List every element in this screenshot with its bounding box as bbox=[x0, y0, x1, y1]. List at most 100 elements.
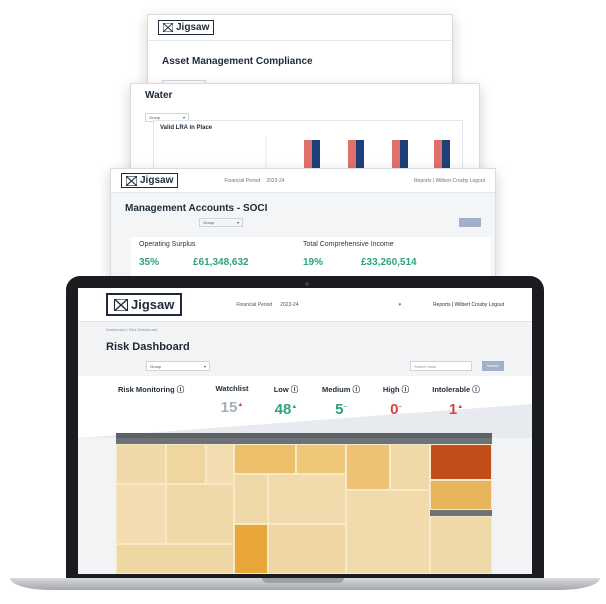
up-arrow-icon: ▲ bbox=[291, 404, 298, 410]
jigsaw-mark-icon bbox=[114, 298, 128, 311]
treemap-cell[interactable] bbox=[234, 524, 268, 574]
financial-period-value[interactable]: 2023-24 bbox=[280, 302, 298, 308]
kpi-percent-total-income: 19% bbox=[303, 257, 324, 268]
group-select[interactable]: Group ▾ bbox=[199, 218, 243, 227]
treemap-cell[interactable] bbox=[268, 524, 346, 574]
bar-group-2 bbox=[348, 140, 364, 170]
brand-name: Jigsaw bbox=[176, 22, 210, 33]
kpi-value: 0 bbox=[390, 401, 399, 418]
treemap-cell[interactable] bbox=[116, 444, 166, 484]
jigsaw-logo[interactable]: Jigsaw bbox=[158, 20, 215, 35]
bar-group-4 bbox=[434, 140, 450, 170]
kpi-value: 15 bbox=[220, 399, 238, 416]
treemap-cell[interactable] bbox=[430, 516, 492, 574]
treemap-cell[interactable] bbox=[116, 544, 234, 574]
kpi-value: 48 bbox=[274, 401, 292, 418]
laptop-notch bbox=[262, 578, 344, 583]
sheet-header: Jigsaw Financial Period 2023-24 Reports … bbox=[111, 169, 495, 193]
dash-icon: – bbox=[398, 404, 402, 410]
group-select-value: Group bbox=[150, 363, 162, 369]
kpi-value: 5 bbox=[335, 401, 344, 418]
bar-red bbox=[304, 140, 312, 170]
bar-blue bbox=[312, 140, 320, 170]
brand-name: Jigsaw bbox=[140, 175, 174, 186]
chart-card: Valid LRA in Place bbox=[153, 120, 463, 174]
treemap-cell[interactable] bbox=[166, 484, 234, 544]
kpi-label: Risk Monitoring ⓘ bbox=[118, 385, 185, 394]
treemap-cell[interactable] bbox=[206, 444, 234, 484]
kpi-row: Operating Surplus 35% £61,348,632 Total … bbox=[131, 237, 491, 277]
breadcrumb bbox=[148, 41, 452, 54]
water-sheet: Water Group ▾ Valid LRA in Place bbox=[130, 83, 480, 175]
group-select[interactable]: Group ▾ bbox=[146, 361, 210, 371]
breadcrumb: Dashboard / Risk Dashboard bbox=[106, 327, 158, 332]
up-arrow-icon: ▲ bbox=[237, 402, 244, 408]
brand-name: Jigsaw bbox=[131, 297, 175, 312]
jigsaw-logo[interactable]: Jigsaw bbox=[121, 173, 179, 188]
financial-period-value[interactable]: 2023-24 bbox=[266, 178, 284, 184]
laptop-screen: Jigsaw Financial Period 2023-24 ▾ Report… bbox=[78, 288, 532, 574]
page-title: Risk Dashboard bbox=[106, 341, 190, 353]
management-accounts-sheet: Jigsaw Financial Period 2023-24 Reports … bbox=[110, 168, 496, 278]
bar-red bbox=[434, 140, 442, 170]
kpi-label: Watchlist bbox=[215, 384, 249, 393]
kpi-risk-monitoring: Risk Monitoring ⓘ bbox=[118, 384, 184, 395]
kpi-medium[interactable]: Medium ⓘ 5– bbox=[320, 384, 362, 418]
treemap-cell[interactable] bbox=[268, 474, 346, 524]
search-input[interactable]: Search risks bbox=[410, 361, 472, 371]
chevron-down-icon: ▾ bbox=[203, 363, 206, 369]
chevron-down-icon[interactable]: ▾ bbox=[399, 302, 402, 308]
financial-period-label: Financial Period bbox=[236, 301, 273, 308]
treemap-cell[interactable] bbox=[116, 484, 166, 544]
filter-row: Group ▾ Search risks Search bbox=[78, 359, 532, 373]
top-nav[interactable]: Reports | Wilbert Crosby Logout bbox=[433, 302, 504, 308]
up-arrow-icon: ▲ bbox=[457, 404, 464, 410]
bar-blue bbox=[356, 140, 364, 170]
kpi-label-total-income: Total Comprehensive Income bbox=[303, 241, 394, 248]
dash-icon: – bbox=[343, 404, 347, 410]
treemap-cell[interactable] bbox=[430, 480, 492, 510]
app-header: Jigsaw Financial Period 2023-24 ▾ Report… bbox=[78, 288, 532, 322]
page-title: Management Accounts - SOCI bbox=[125, 203, 268, 214]
bar-group-3 bbox=[392, 140, 408, 170]
bar-blue bbox=[400, 140, 408, 170]
bar-red bbox=[348, 140, 356, 170]
search-button[interactable]: Search bbox=[482, 361, 504, 371]
page-title: Asset Management Compliance bbox=[162, 56, 313, 67]
group-select-value: Group bbox=[203, 220, 215, 225]
financial-period-label: Financial Period bbox=[224, 177, 261, 184]
treemap-cell[interactable] bbox=[234, 474, 268, 524]
kpi-label-operating-surplus: Operating Surplus bbox=[139, 241, 196, 248]
kpi-label: Medium ⓘ bbox=[322, 385, 360, 394]
chevron-down-icon: ▾ bbox=[236, 220, 239, 225]
kpi-label: High ⓘ bbox=[382, 385, 410, 394]
kpi-value: 1 bbox=[448, 401, 458, 418]
asset-management-sheet: Jigsaw Asset Management Compliance Group… bbox=[147, 14, 453, 94]
jigsaw-logo[interactable]: Jigsaw bbox=[106, 293, 183, 316]
kpi-amount-operating-surplus: £61,348,632 bbox=[193, 257, 249, 268]
apply-button[interactable] bbox=[459, 218, 481, 227]
kpi-high[interactable]: High ⓘ 0– bbox=[378, 384, 414, 418]
kpi-label: Low ⓘ bbox=[273, 385, 299, 394]
treemap-cell[interactable] bbox=[346, 490, 430, 574]
treemap-cell[interactable] bbox=[166, 444, 206, 484]
treemap-cell[interactable] bbox=[296, 444, 346, 474]
kpi-label: Intolerable ⓘ bbox=[432, 385, 480, 394]
page-title: Water bbox=[145, 90, 173, 101]
camera-icon bbox=[305, 282, 309, 286]
treemap-cell[interactable] bbox=[390, 444, 430, 490]
jigsaw-mark-icon bbox=[163, 23, 173, 32]
bar-blue bbox=[442, 140, 450, 170]
kpi-low[interactable]: Low ⓘ 48▲ bbox=[268, 384, 304, 418]
risk-treemap bbox=[116, 433, 492, 574]
top-nav[interactable]: Reports | Wilbert Crosby Logout bbox=[414, 178, 485, 184]
treemap-cell[interactable] bbox=[234, 444, 296, 474]
kpi-watchlist[interactable]: Watchlist 15▲ bbox=[210, 384, 254, 416]
bar-red bbox=[392, 140, 400, 170]
treemap-cell[interactable] bbox=[346, 444, 390, 490]
treemap-cell-critical[interactable] bbox=[430, 444, 492, 480]
kpi-intolerable[interactable]: Intolerable ⓘ 1▲ bbox=[428, 384, 484, 418]
kpi-amount-total-income: £33,260,514 bbox=[361, 257, 417, 268]
jigsaw-mark-icon bbox=[126, 175, 137, 186]
bar-group-1 bbox=[304, 140, 320, 170]
